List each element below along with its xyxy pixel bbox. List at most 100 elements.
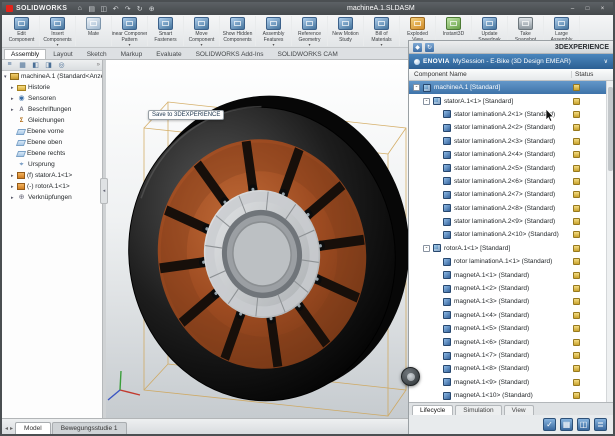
close-button-icon[interactable]: × (596, 4, 609, 14)
component-row[interactable]: - rotorA.1<1> [Standard] (409, 242, 613, 255)
component-row[interactable]: stator laminationA.2<5> (Standard) (409, 161, 613, 174)
minimize-button-icon[interactable]: – (566, 4, 579, 14)
redo-icon[interactable]: ↷ (122, 4, 133, 14)
collaboration-widget-button[interactable] (401, 367, 420, 386)
feature-tree-item[interactable]: ▸ ◉ Sensoren (2, 93, 102, 104)
component-row[interactable]: magnetA.1<10> (Standard) (409, 389, 613, 402)
panel-collapse-handle[interactable]: ◂ (100, 178, 108, 204)
model-tab[interactable]: Model (15, 422, 51, 434)
expander-icon[interactable]: - (413, 84, 420, 91)
save-to-3dexperience-button[interactable]: Save to 3DEXPERIENCE (148, 110, 224, 120)
component-row[interactable]: - machineA.1 [Standard] (409, 81, 613, 94)
feature-tree-item[interactable]: ▸ A Beschriftungen (2, 104, 102, 115)
chevron-down-icon[interactable]: ∨ (604, 58, 608, 65)
ribbon-button[interactable]: Linear Component Pattern ▾ (112, 16, 148, 46)
ribbon-button[interactable]: Smart Fasteners ▾ (148, 16, 184, 46)
component-row[interactable]: stator laminationA.2<8> (Standard) (409, 202, 613, 215)
open-icon[interactable]: ▤ (86, 4, 97, 14)
component-row[interactable]: magnetA.1<3> (Standard) (409, 295, 613, 308)
model-tab[interactable]: Bewegungsstudie 1 (52, 422, 127, 434)
graphics-viewport[interactable]: Save to 3DEXPERIENCE (106, 60, 408, 418)
panel-tab[interactable]: Simulation (455, 405, 501, 415)
component-row[interactable]: magnetA.1<2> (Standard) (409, 282, 613, 295)
panel-tab[interactable]: View (504, 405, 534, 415)
component-row[interactable]: stator laminationA.2<2> (Standard) (409, 121, 613, 134)
feature-tree-item[interactable]: ▸ Historie (2, 82, 102, 93)
titlebar: SOLIDWORKS ⌂▤◫↶↷↻⊕ machineA.1.SLDASM –□× (2, 2, 613, 15)
component-row[interactable]: magnetA.1<1> (Standard) (409, 268, 613, 281)
command-tab[interactable]: Sketch (80, 49, 114, 59)
component-row[interactable]: stator laminationA.2<6> (Standard) (409, 175, 613, 188)
command-tab[interactable]: SOLIDWORKS Add-Ins (189, 49, 271, 59)
component-row[interactable]: stator laminationA.2<1> (Standard) (409, 108, 613, 121)
panel-tab[interactable]: Lifecycle (412, 405, 453, 415)
compare-icon[interactable]: ◫ (577, 418, 590, 431)
feature-tree-item[interactable]: ⌖ Ursprung (2, 159, 102, 170)
ribbon-button[interactable]: New Motion Study ▾ (328, 16, 364, 46)
ribbon-button[interactable]: Move Component ▾ (184, 16, 220, 46)
component-row[interactable]: magnetA.1<5> (Standard) (409, 322, 613, 335)
refresh-icon[interactable]: ↻ (425, 43, 434, 52)
component-row[interactable]: stator laminationA.2<10> (Standard) (409, 228, 613, 241)
component-row[interactable]: stator laminationA.2<3> (Standard) (409, 135, 613, 148)
expander-icon[interactable]: - (423, 98, 430, 105)
component-row[interactable]: magnetA.1<4> (Standard) (409, 309, 613, 322)
ribbon-button[interactable]: Edit Component ▾ (4, 16, 40, 46)
tab-scroll-right-icon[interactable]: ▸ (10, 425, 13, 434)
command-tab[interactable]: Layout (46, 49, 80, 59)
ribbon-button[interactable]: Bill of Materials ▾ (364, 16, 400, 46)
list-icon[interactable]: ≣ (594, 418, 607, 431)
feature-tree-item[interactable]: ▸ (f) statorA.1<1> (2, 170, 102, 181)
panel-overflow-icon[interactable]: » (97, 62, 100, 68)
validate-icon[interactable]: ✓ (543, 418, 556, 431)
component-row[interactable]: rotor laminationA.1<1> (Standard) (409, 255, 613, 268)
component-row[interactable]: magnetA.1<6> (Standard) (409, 335, 613, 348)
component-row[interactable]: - statorA.1<1> [Standard] (409, 94, 613, 107)
featuremanager-tab-icon[interactable]: ≡ (4, 61, 15, 69)
feature-tree-item[interactable]: Ebene oben (2, 137, 102, 148)
command-tab[interactable]: Markup (114, 49, 150, 59)
tab-scroll-left-icon[interactable]: ◂ (5, 425, 8, 434)
ribbon-button[interactable]: Reference Geometry ▾ (292, 16, 328, 46)
dropdown-arrow-icon: ▾ (272, 43, 274, 46)
feature-tree-item[interactable]: Σ Gleichungen (2, 115, 102, 126)
feature-tree-item[interactable]: ▸ (-) rotorA.1<1> (2, 181, 102, 192)
bom-grid-icon[interactable]: ▦ (560, 418, 573, 431)
tree-scrollbar[interactable] (606, 81, 613, 402)
home-icon[interactable]: ⌂ (74, 4, 85, 14)
ribbon-button[interactable]: Assembly Features ▾ (256, 16, 292, 46)
undo-icon[interactable]: ↶ (110, 4, 121, 14)
component-row[interactable]: stator laminationA.2<4> (Standard) (409, 148, 613, 161)
ribbon-button[interactable]: Show Hidden Components ▾ (220, 16, 256, 46)
component-row[interactable]: magnetA.1<7> (Standard) (409, 349, 613, 362)
command-tab[interactable]: Evaluate (149, 49, 188, 59)
feature-tree-item[interactable]: ▾ machineA.1 (Standard<Anzeigestatus-1>) (2, 71, 102, 82)
compass-icon[interactable]: ◆ (413, 43, 422, 52)
ribbon-button[interactable]: Insert Components ▾ (40, 16, 76, 46)
assembly-features-icon (266, 17, 281, 30)
options-icon[interactable]: ⊕ (146, 4, 157, 14)
command-tab[interactable]: SOLIDWORKS CAM (271, 49, 345, 59)
propertymanager-tab-icon[interactable]: ▦ (17, 61, 28, 69)
enovia-session-bar[interactable]: ENOVIA MySession - E-Bike (3D Design EME… (409, 54, 613, 69)
configurationmanager-tab-icon[interactable]: ◧ (30, 61, 41, 69)
component-row[interactable]: magnetA.1<9> (Standard) (409, 376, 613, 389)
maximize-button-icon[interactable]: □ (581, 4, 594, 14)
command-tab[interactable]: Assembly (4, 49, 46, 59)
feature-tree-item[interactable]: Ebene vorne (2, 126, 102, 137)
component-row[interactable]: stator laminationA.2<7> (Standard) (409, 188, 613, 201)
scrollbar-thumb[interactable] (608, 87, 613, 171)
feature-tree-item[interactable]: Ebene rechts (2, 148, 102, 159)
panel-splitter[interactable] (103, 60, 106, 418)
part-icon (443, 124, 451, 132)
component-row[interactable]: magnetA.1<8> (Standard) (409, 362, 613, 375)
expander-icon[interactable]: - (423, 245, 430, 252)
component-row[interactable]: stator laminationA.2<9> (Standard) (409, 215, 613, 228)
save-icon[interactable]: ◫ (98, 4, 109, 14)
dimxpert-tab-icon[interactable]: ◨ (43, 61, 54, 69)
displaymanager-tab-icon[interactable]: ◎ (56, 61, 67, 69)
ribbon-button[interactable]: Mate ▾ (76, 16, 112, 46)
commandmanager-tabs: AssemblyLayoutSketchMarkupEvaluateSOLIDW… (2, 48, 408, 60)
rebuild-icon[interactable]: ↻ (134, 4, 145, 14)
feature-tree-item[interactable]: ▸ ⊕ Verknüpfungen (2, 192, 102, 203)
